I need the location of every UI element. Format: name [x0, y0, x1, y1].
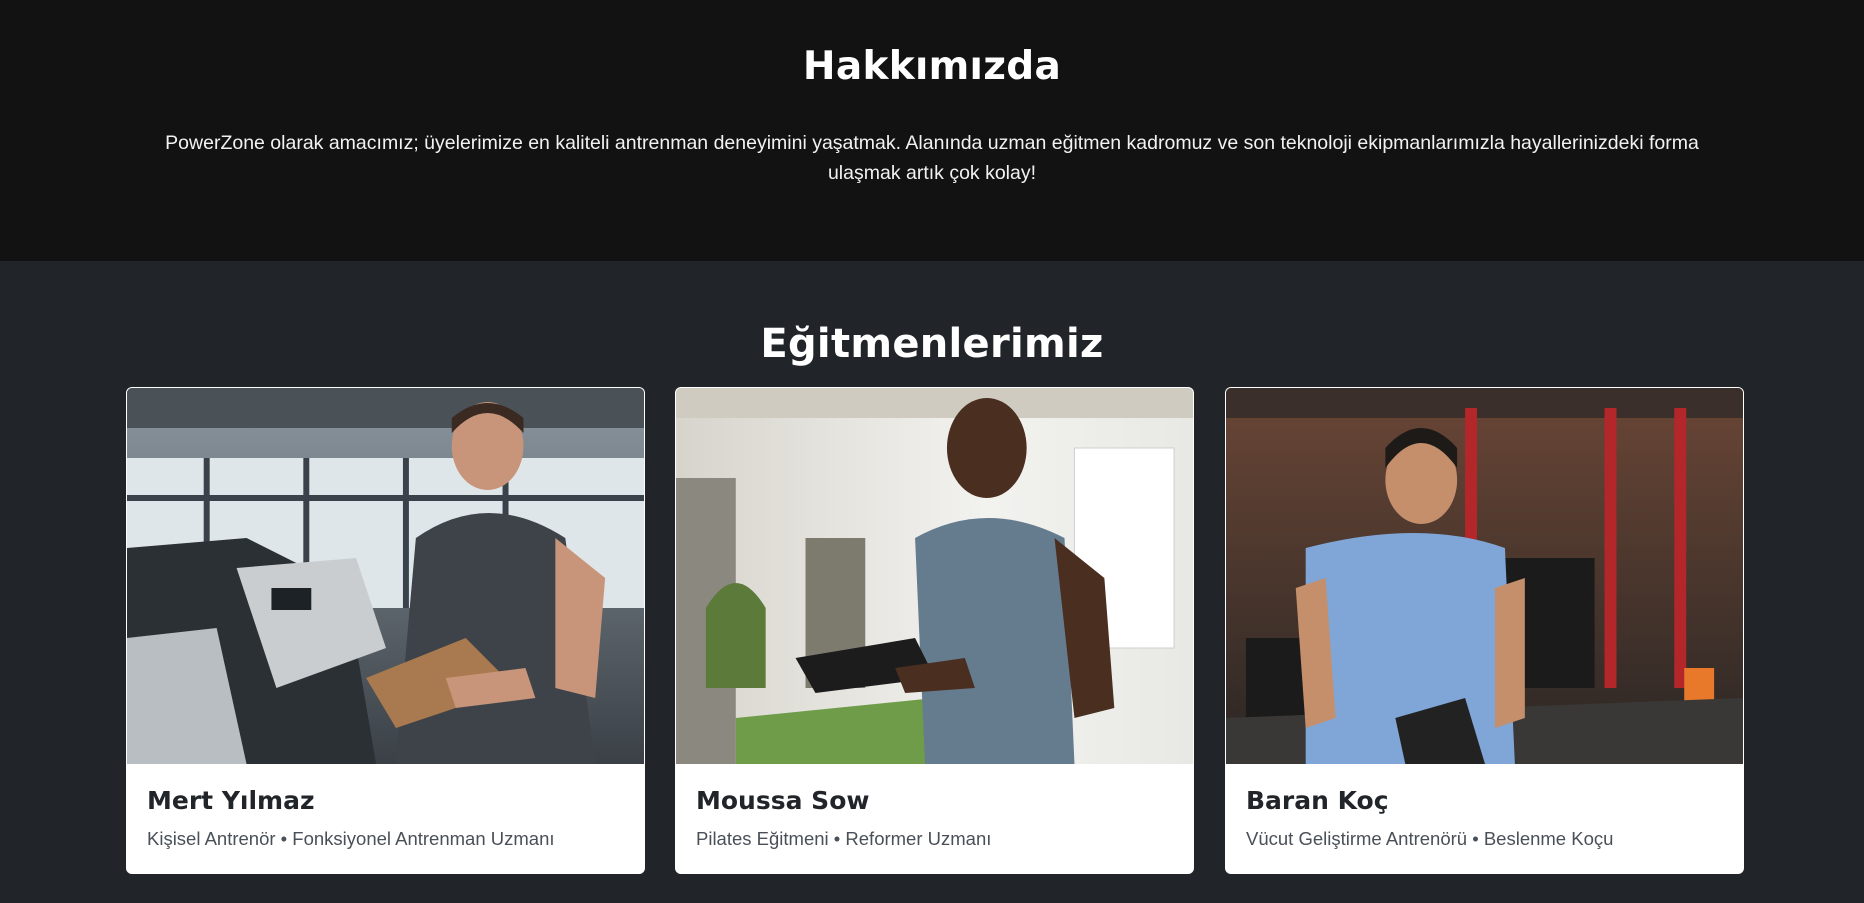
trainer-name: Baran Koç [1246, 786, 1389, 815]
about-title: Hakkımızda [802, 44, 1062, 89]
trainer-photo [127, 388, 644, 764]
trainer-card-baran[interactable]: Baran Koç Vücut Geliştirme Antrenörü • B… [1225, 387, 1744, 874]
trainer-cards: Mert Yılmaz Kişisel Antrenör • Fonksiyon… [0, 387, 1864, 887]
trainer-name: Mert Yılmaz [147, 786, 315, 815]
trainer-role: Vücut Geliştirme Antrenörü • Beslenme Ko… [1246, 828, 1614, 849]
trainer-role: Pilates Eğitmeni • Reformer Uzmanı [696, 828, 992, 849]
trainer-photo [1226, 388, 1743, 764]
about-text: PowerZone olarak amacımız; üyelerimize e… [165, 132, 1699, 184]
trainers-title: Eğitmenlerimiz [760, 321, 1104, 367]
trainers-section: Eğitmenlerimiz Mert Yılmaz Kişisel Antre… [0, 261, 1864, 903]
trainer-photo [676, 388, 1193, 764]
about-section: Hakkımızda PowerZone olarak amacımız; üy… [0, 0, 1864, 261]
trainer-name: Moussa Sow [696, 786, 870, 815]
trainer-role: Kişisel Antrenör • Fonksiyonel Antrenman… [147, 828, 555, 849]
trainer-card-mert[interactable]: Mert Yılmaz Kişisel Antrenör • Fonksiyon… [126, 387, 645, 874]
trainer-card-moussa[interactable]: Moussa Sow Pilates Eğitmeni • Reformer U… [675, 387, 1194, 874]
